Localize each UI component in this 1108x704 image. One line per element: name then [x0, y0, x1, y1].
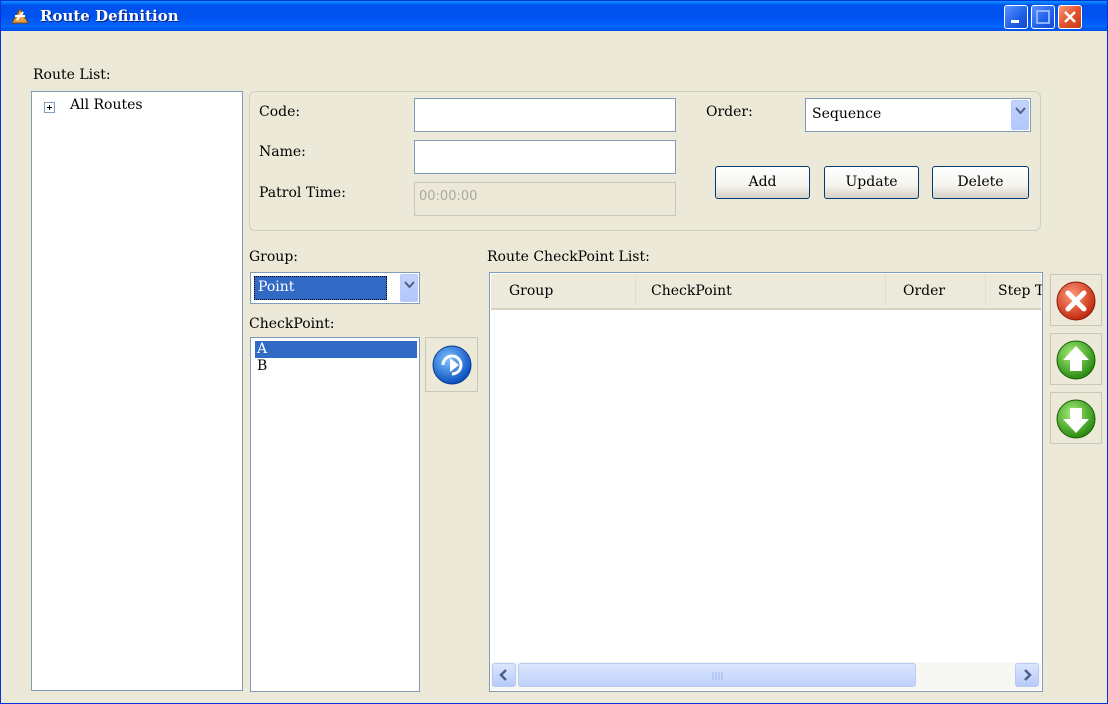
green-down-arrow-icon: [1056, 399, 1096, 439]
column-checkpoint[interactable]: CheckPoint: [636, 274, 886, 306]
group-label: Group:: [249, 249, 298, 265]
blue-arrow-right-icon: [432, 345, 472, 385]
order-select[interactable]: Sequence: [805, 98, 1031, 132]
group-select-value: Point: [258, 279, 295, 295]
tree-root-all-routes[interactable]: All Routes: [70, 97, 143, 113]
checkpoint-list[interactable]: A B: [250, 337, 420, 692]
column-group[interactable]: Group: [491, 274, 636, 306]
chevron-right-icon: [1024, 669, 1032, 681]
window-title: Route Definition: [40, 7, 179, 25]
route-definition-window: Route Definition Route List: All Routes …: [0, 0, 1108, 704]
checkpoint-item-b[interactable]: B: [255, 358, 417, 375]
maximize-button[interactable]: [1031, 5, 1055, 29]
maximize-icon: [1036, 10, 1050, 24]
column-step-time[interactable]: Step Time: [986, 274, 1042, 306]
order-dropdown-button[interactable]: [1011, 100, 1029, 130]
route-tree[interactable]: All Routes: [31, 91, 243, 691]
close-button[interactable]: [1058, 5, 1082, 29]
name-input[interactable]: [414, 140, 676, 174]
column-order[interactable]: Order: [886, 274, 986, 306]
chevron-down-icon: [1015, 107, 1026, 115]
add-checkpoint-button[interactable]: [425, 337, 478, 392]
route-checkpoint-list-label: Route CheckPoint List:: [487, 249, 650, 265]
scroll-thumb[interactable]: [518, 663, 916, 687]
grip-icon: [712, 672, 723, 680]
plus-box-icon[interactable]: [44, 102, 55, 113]
close-icon: [1064, 11, 1076, 23]
order-label: Order:: [706, 104, 753, 120]
delete-button[interactable]: Delete: [932, 166, 1029, 199]
scroll-left-button[interactable]: [492, 663, 516, 687]
add-button[interactable]: Add: [715, 166, 810, 199]
patrol-time-label: Patrol Time:: [259, 185, 346, 201]
scroll-right-button[interactable]: [1015, 663, 1039, 687]
move-up-button[interactable]: [1050, 333, 1102, 385]
route-app-icon: [11, 7, 29, 24]
group-dropdown-button[interactable]: [400, 274, 418, 302]
listview-header: Group CheckPoint Order Step Time: [491, 274, 1042, 310]
code-label: Code:: [259, 104, 301, 120]
group-select[interactable]: Point: [250, 272, 420, 304]
patrol-time-input: 00:00:00: [414, 182, 676, 216]
remove-checkpoint-button[interactable]: [1050, 274, 1102, 326]
route-checkpoint-listview[interactable]: Group CheckPoint Order Step Time: [489, 272, 1043, 692]
chevron-left-icon: [499, 669, 507, 681]
red-x-circle-icon: [1056, 281, 1096, 321]
chevron-down-icon: [404, 281, 415, 289]
name-label: Name:: [259, 144, 306, 160]
checkpoint-label: CheckPoint:: [249, 316, 335, 332]
minimize-icon: [1011, 20, 1019, 23]
title-bar[interactable]: Route Definition: [1, 1, 1107, 31]
green-up-arrow-icon: [1056, 340, 1096, 380]
update-button[interactable]: Update: [824, 166, 919, 199]
horizontal-scrollbar[interactable]: [491, 662, 1041, 690]
minimize-button[interactable]: [1004, 5, 1028, 29]
group-select-highlight: Point: [254, 276, 387, 300]
route-list-label: Route List:: [33, 67, 111, 83]
code-input[interactable]: [414, 98, 676, 132]
order-select-value: Sequence: [812, 106, 882, 122]
move-down-button[interactable]: [1050, 392, 1102, 444]
checkpoint-item-a[interactable]: A: [255, 341, 417, 358]
